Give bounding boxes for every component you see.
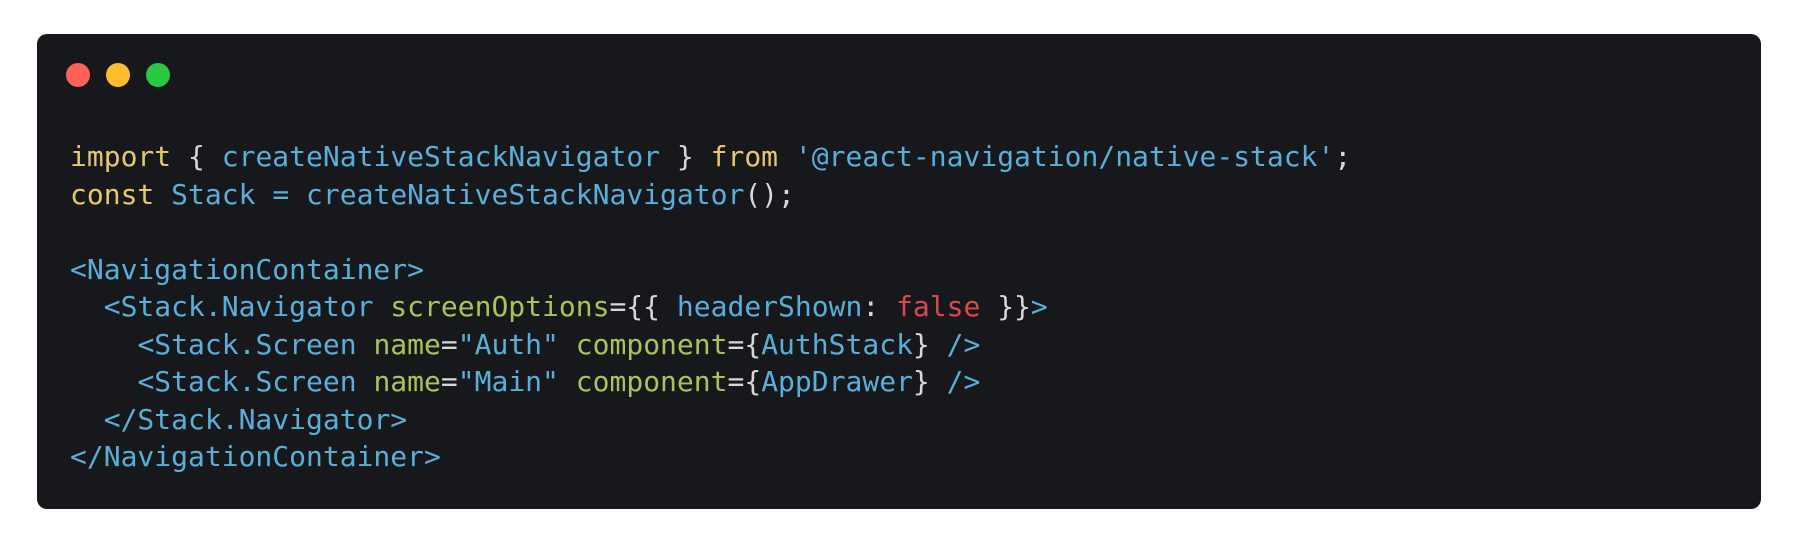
code-block: import { createNativeStackNavigator } fr… [70, 138, 1351, 476]
code-token-identifier: = [272, 177, 290, 211]
code-token-punctuation: ; [1334, 140, 1352, 173]
code-token-boolean: false [896, 290, 981, 323]
code-line: <Stack.Screen name="Main" component={App… [70, 363, 1351, 401]
code-token-punctuation: = [440, 327, 458, 361]
code-token-punctuation [70, 365, 137, 398]
code-line: const Stack = createNativeStackNavigator… [70, 176, 1351, 214]
code-token-punctuation [255, 178, 272, 211]
code-token-string: "Auth" [457, 327, 559, 361]
code-token-punctuation [559, 328, 576, 361]
code-token-identifier: AppDrawer [761, 365, 913, 398]
code-token-punctuation: ={ [727, 365, 762, 398]
code-token-keyword: import [70, 140, 172, 173]
code-token-attribute: component [575, 327, 728, 361]
code-token-punctuation: ={ [727, 327, 762, 361]
code-token-attribute: name [373, 327, 441, 361]
code-window: import { createNativeStackNavigator } fr… [37, 34, 1761, 509]
close-button[interactable] [66, 63, 90, 87]
code-token-punctuation [778, 140, 795, 173]
code-token-string: '@react-navigation/native-stack' [794, 140, 1335, 173]
code-token-identifier: <Stack.Screen [137, 327, 357, 361]
code-token-identifier: AuthStack [761, 327, 913, 361]
code-token-identifier: createNativeStackNavigator [221, 140, 661, 173]
code-token-punctuation [559, 365, 576, 398]
code-token-punctuation [70, 403, 104, 436]
code-token-attribute: component [575, 365, 728, 398]
code-token-punctuation [70, 328, 137, 361]
code-token-punctuation [70, 290, 104, 323]
code-token-attribute: screenOptions [390, 290, 610, 323]
code-token-identifier: Stack [171, 177, 256, 211]
code-token-identifier: <NavigationContainer> [70, 252, 425, 286]
code-token-identifier: </NavigationContainer> [70, 440, 441, 473]
zoom-button[interactable] [146, 63, 170, 87]
code-token-identifier: </Stack.Navigator> [103, 402, 408, 436]
code-token-punctuation [357, 328, 374, 361]
code-token-punctuation: } [660, 140, 711, 173]
code-line: ​ [70, 213, 1351, 251]
window-controls [66, 63, 170, 87]
code-line: </Stack.Navigator> [70, 401, 1351, 439]
code-token-punctuation [373, 290, 390, 323]
code-token-punctuation: { [171, 140, 222, 173]
code-token-identifier: <Stack.Screen [137, 365, 357, 398]
code-token-string: "Main" [457, 365, 559, 398]
code-token-punctuation: : [862, 290, 897, 323]
code-token-identifier: <Stack.Navigator [103, 290, 374, 323]
code-line: <NavigationContainer> [70, 251, 1351, 289]
code-token-punctuation: (); [744, 177, 795, 211]
code-token-identifier: > [1030, 290, 1048, 323]
code-token-identifier: /> [946, 365, 981, 398]
code-token-punctuation [357, 365, 374, 398]
code-token-identifier: createNativeStackNavigator [306, 177, 745, 211]
code-token-attribute: name [373, 365, 441, 398]
code-line: <Stack.Navigator screenOptions={{ header… [70, 288, 1351, 326]
code-token-keyword: const [70, 177, 155, 211]
code-token-punctuation [289, 178, 306, 211]
code-line: </NavigationContainer> [70, 438, 1351, 476]
code-token-keyword: from [710, 140, 779, 173]
code-token-identifier: /> [946, 327, 981, 361]
code-token-punctuation [154, 178, 171, 211]
minimize-button[interactable] [106, 63, 130, 87]
code-token-punctuation: } [912, 365, 947, 398]
code-line: import { createNativeStackNavigator } fr… [70, 138, 1351, 176]
code-token-identifier: headerShown [676, 290, 863, 323]
code-token-punctuation: }} [980, 290, 1031, 323]
code-line: <Stack.Screen name="Auth" component={Aut… [70, 326, 1351, 364]
code-token-punctuation: ={{ [609, 290, 677, 323]
code-token-punctuation: = [440, 365, 458, 398]
code-token-punctuation: } [912, 327, 947, 361]
